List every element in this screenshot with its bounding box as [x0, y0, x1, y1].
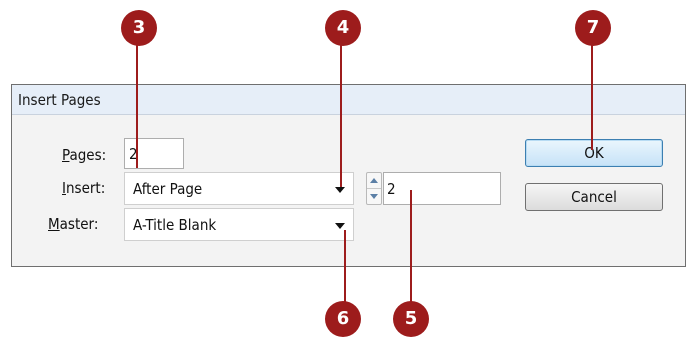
insert-pages-dialog: Insert Pages Pages: 2 Insert: After Page… [11, 84, 686, 267]
dialog-title: Insert Pages [18, 91, 101, 109]
page-number-value: 2 [387, 180, 396, 198]
callout-badge-4: 4 [325, 10, 361, 46]
insert-dropdown-value: After Page [133, 180, 203, 198]
pages-label: Pages: [62, 146, 107, 164]
chevron-down-icon [335, 223, 345, 229]
spinner-up-icon[interactable] [367, 173, 381, 189]
ok-button[interactable]: OK [525, 139, 663, 167]
master-dropdown[interactable]: A-Title Blank [124, 208, 354, 241]
callout-leader-master [344, 230, 346, 304]
callout-leader-ok [591, 40, 593, 150]
title-bar: Insert Pages [12, 85, 685, 115]
chevron-down-icon [335, 187, 345, 193]
callout-leader-insert [340, 40, 342, 187]
callout-leader-pages [136, 40, 138, 168]
callout-badge-3: 3 [121, 10, 157, 46]
insert-dropdown[interactable]: After Page [124, 172, 354, 205]
master-label: Master: [48, 215, 99, 233]
cancel-button[interactable]: Cancel [525, 183, 663, 211]
callout-badge-5: 5 [393, 301, 429, 337]
callout-badge-6: 6 [325, 301, 361, 337]
insert-label: Insert: [62, 179, 106, 197]
callout-leader-page-number [410, 190, 412, 304]
master-dropdown-value: A-Title Blank [133, 216, 217, 234]
page-number-spinner[interactable] [366, 172, 382, 205]
page-number-input[interactable]: 2 [383, 172, 501, 205]
pages-input[interactable]: 2 [124, 138, 184, 169]
callout-badge-7: 7 [575, 10, 611, 46]
spinner-down-icon[interactable] [367, 189, 381, 204]
